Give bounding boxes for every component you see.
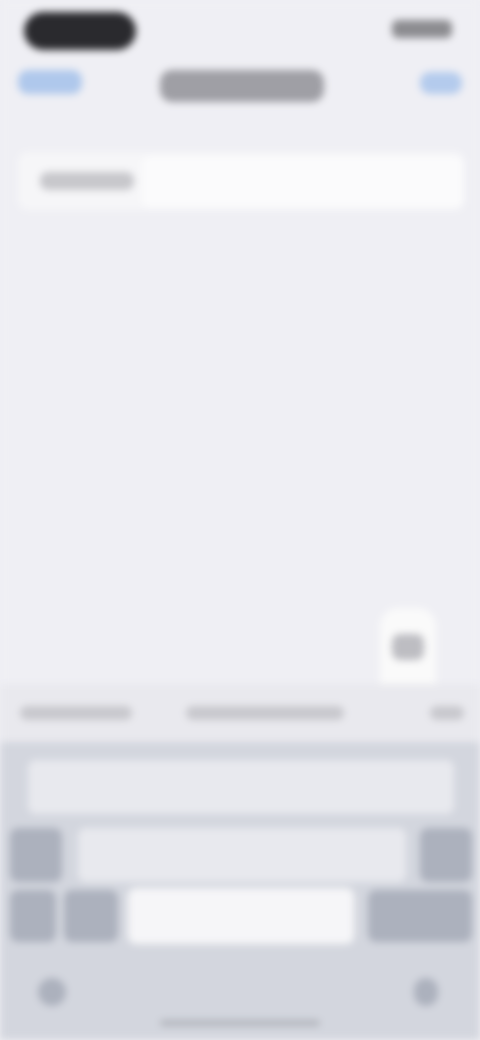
delete-key[interactable] (420, 828, 472, 882)
keyboard (0, 742, 480, 1040)
predictive-bar (0, 684, 480, 742)
prediction-3-text (430, 706, 431, 707)
prediction-2-text (186, 706, 187, 707)
nav-action-button[interactable] (420, 72, 462, 94)
shift-key[interactable] (10, 828, 62, 882)
keyboard-row-2[interactable] (78, 828, 406, 882)
keyboard-row-1[interactable] (28, 760, 454, 814)
page-title (160, 70, 324, 102)
return-key[interactable] (368, 890, 472, 942)
emoji-icon[interactable] (38, 978, 66, 1006)
globe-key[interactable] (10, 890, 56, 942)
battery-icon (392, 20, 452, 38)
space-key[interactable] (128, 888, 354, 944)
dynamic-island (24, 12, 136, 50)
prediction-3[interactable] (430, 706, 464, 720)
page-title-text (160, 70, 161, 71)
form-row (18, 152, 464, 210)
nav-back-button[interactable] (18, 70, 82, 94)
numbers-key[interactable] (64, 890, 118, 942)
form-label (40, 172, 134, 190)
microphone-icon[interactable] (414, 978, 438, 1006)
nav-back-label (18, 70, 19, 71)
text-field[interactable] (142, 156, 464, 208)
home-indicator (160, 1020, 320, 1026)
app-screen (0, 0, 480, 1040)
form-label-text (40, 172, 41, 173)
nav-action-label (420, 72, 421, 73)
prediction-2[interactable] (186, 706, 344, 720)
prediction-1-text (20, 706, 21, 707)
prediction-1[interactable] (20, 706, 132, 720)
key-preview-glyph (392, 634, 424, 660)
